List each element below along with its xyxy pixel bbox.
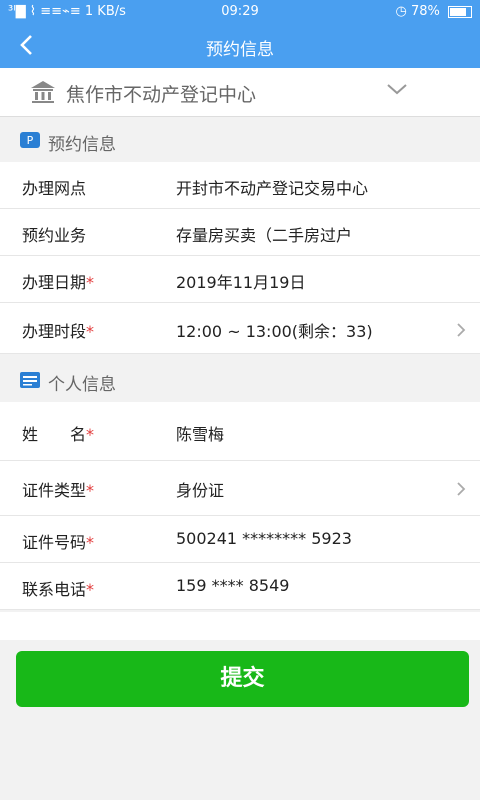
chevron-down-icon[interactable] xyxy=(386,82,408,96)
svg-text:P: P xyxy=(27,134,34,147)
row-id-number[interactable]: 证件号码* 500241 ******** 5923 xyxy=(0,516,480,563)
personal-section-header: 个人信息 xyxy=(0,358,480,402)
submit-button[interactable]: 提交 xyxy=(16,651,469,707)
row-label: 办理时段* xyxy=(22,322,95,341)
row-value: 陈雪梅 xyxy=(176,425,225,444)
row-label: 办理网点 xyxy=(22,179,87,198)
building-icon xyxy=(31,81,55,103)
appointment-section-header: P 预约信息 xyxy=(0,118,480,162)
id-card-icon xyxy=(20,372,40,388)
status-right: ◷ 78% xyxy=(395,4,472,19)
row-label: 证件类型* xyxy=(22,481,95,500)
row-label: 联系电话* xyxy=(22,580,95,599)
form-bottom-spacer xyxy=(0,612,480,640)
row-label: 姓 名* xyxy=(22,425,95,444)
battery-icon xyxy=(448,5,472,18)
appointment-section-title: 预约信息 xyxy=(48,135,116,155)
row-phone[interactable]: 联系电话* 159 **** 8549 xyxy=(0,563,480,610)
chevron-right-icon[interactable] xyxy=(456,322,466,338)
row-value: 2019年11月19日 xyxy=(176,273,306,292)
row-date: 办理日期* 2019年11月19日 xyxy=(0,256,480,303)
nav-bar: 预约信息 xyxy=(0,24,480,68)
row-value: 500241 ******** 5923 xyxy=(176,529,352,548)
appointment-icon: P xyxy=(20,132,40,148)
row-value: 身份证 xyxy=(176,481,225,500)
row-label: 办理日期* xyxy=(22,273,95,292)
center-name: 焦作市不动产登记中心 xyxy=(66,84,257,106)
row-value: 开封市不动产登记交易中心 xyxy=(176,179,369,198)
row-name[interactable]: 姓 名* 陈雪梅 xyxy=(0,402,480,461)
battery-percent: 78% xyxy=(410,4,440,19)
personal-rows: 姓 名* 陈雪梅 证件类型* 身份证 证件号码* 500241 ********… xyxy=(0,402,480,610)
appointment-rows: 办理网点 开封市不动产登记交易中心 预约业务 存量房买卖（二手房过户 办理日期*… xyxy=(0,162,480,354)
row-value: 12:00 ~ 13:00(剩余：33) xyxy=(176,322,373,341)
top-app-bar: ³ᴵ▇ ⌇ ≡≡⌁≡ 1 KB/s 09:29 ◷ 78% 预约信息 xyxy=(0,0,480,68)
row-time-slot[interactable]: 办理时段* 12:00 ~ 13:00(剩余：33) xyxy=(0,303,480,354)
alarm-icon: ◷ xyxy=(395,4,407,19)
row-service-point: 办理网点 开封市不动产登记交易中心 xyxy=(0,162,480,209)
status-bar: ³ᴵ▇ ⌇ ≡≡⌁≡ 1 KB/s 09:29 ◷ 78% xyxy=(0,0,480,24)
center-selector[interactable]: 焦作市不动产登记中心 xyxy=(0,68,480,117)
row-id-type[interactable]: 证件类型* 身份证 xyxy=(0,461,480,516)
page-title: 预约信息 xyxy=(206,40,274,60)
row-value: 159 **** 8549 xyxy=(176,576,290,595)
row-label: 证件号码* xyxy=(22,533,95,552)
personal-section-title: 个人信息 xyxy=(48,375,116,395)
row-label: 预约业务 xyxy=(22,226,87,245)
chevron-right-icon[interactable] xyxy=(456,481,466,497)
row-value: 存量房买卖（二手房过户 xyxy=(176,226,353,245)
row-business-type: 预约业务 存量房买卖（二手房过户 xyxy=(0,209,480,256)
